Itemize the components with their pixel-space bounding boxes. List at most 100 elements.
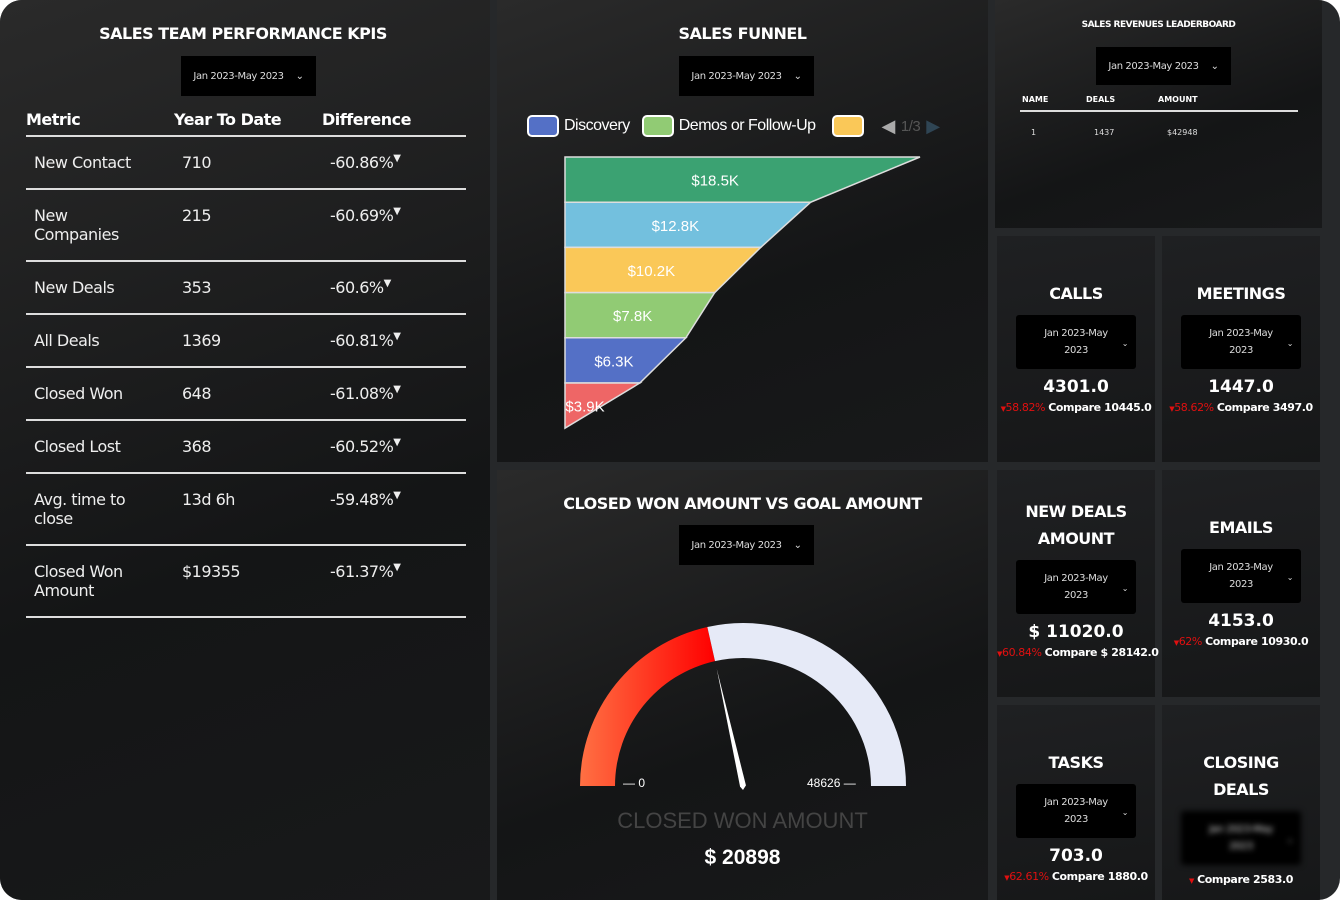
chevron-down-icon: ⌄ [1121,808,1129,817]
card-date-dropdown[interactable]: Jan 2023-May 2023 ⌄ [1181,811,1301,865]
card-date-dropdown[interactable]: Jan 2023-May 2023 ⌄ [1181,315,1301,369]
dropdown-value: Jan 2023-May 2023 [1044,573,1108,601]
kpi-row: Closed Won 648 -61.08%▼ [26,367,466,421]
down-arrow-icon: ▼ [393,384,401,395]
dropdown-value: Jan 2023-May 2023 [1044,797,1108,825]
dropdown-value: Jan 2023-May 2023 [1209,562,1273,590]
chevron-down-icon: ⌄ [295,70,304,82]
metric-name: New Deals [26,261,174,315]
kpi-card-new-deals-amount: NEW DEALS AMOUNT Jan 2023-May 2023 ⌄ $ 11… [997,470,1159,697]
down-arrow-icon: ▼ [393,562,401,573]
card-compare-value: Compare 10445.0 [1048,401,1152,414]
kpi-title: SALES TEAM PERFORMANCE KPIS [99,24,387,43]
card-compare-value: Compare 3497.0 [1216,401,1313,414]
card-compare-value: Compare $ 28142.0 [1044,646,1159,659]
metric-diff: -60.6%▼ [322,261,466,315]
dropdown-value: Jan 2023-May 2023 [1209,824,1273,852]
metric-name: All Deals [26,314,174,368]
card-date-dropdown[interactable]: Jan 2023-May 2023 ⌄ [1181,549,1301,603]
metric-ytd: 215 [174,189,322,262]
card-date-dropdown[interactable]: Jan 2023-May 2023 ⌄ [1016,560,1136,614]
metric-ytd: 1369 [174,314,322,368]
metric-diff: -60.52%▼ [322,420,466,474]
diff-value: -60.52% [330,437,394,456]
kpi-card-meetings: MEETINGS Jan 2023-May 2023 ⌄ 1447.0 ▼58.6… [1162,236,1320,462]
metric-name: Closed Lost [26,420,174,474]
card-date-dropdown[interactable]: Jan 2023-May 2023 ⌄ [1016,784,1136,838]
leaderboard-header: NAME DEALS AMOUNT [1020,95,1298,112]
col-name: NAME [1022,95,1049,104]
gauge-panel: CLOSED WON AMOUNT VS GOAL AMOUNT Jan 202… [497,470,988,900]
funnel-label: $3.9K [565,399,604,416]
gauge-fill [580,626,715,786]
metric-name: Closed Won Amount [26,545,174,618]
gauge-min: — 0 [623,776,646,790]
chevron-down-icon: ⌄ [1210,60,1219,72]
kpi-card-calls: CALLS Jan 2023-May 2023 ⌄ 4301.0 ▼58.82% … [997,236,1155,462]
kpi-panel: SALES TEAM PERFORMANCE KPIS Jan 2023-May… [0,0,490,900]
col-difference: Difference [322,110,466,137]
funnel-label: $10.2K [628,263,676,280]
metric-name: Avg. time to close [26,473,174,546]
kpi-card-closing-deals: CLOSING DEALS Jan 2023-May 2023 ⌄ ▼ Compa… [1162,705,1320,900]
diff-value: -59.48% [330,490,394,509]
dashboard: SALES TEAM PERFORMANCE KPIS Jan 2023-May… [0,0,1340,900]
card-pct: 60.84% [1001,646,1042,659]
card-title: NEW DEALS AMOUNT [1025,502,1127,548]
down-arrow-icon: ▼ [393,153,401,164]
kpi-table: Metric Year To Date Difference New Contact… [26,110,466,618]
leaderboard-title: SALES REVENUES LEADERBOARD [1081,20,1236,30]
down-arrow-icon: ▼ [393,331,401,342]
down-arrow-icon: ▼ [383,278,392,289]
card-compare: ▼58.62% Compare 3497.0 [1162,401,1320,414]
gauge-needle [716,668,746,790]
dropdown-value: Jan 2023-May 2023 [1044,328,1108,356]
kpi-date-dropdown[interactable]: Jan 2023-May 2023 ⌄ [181,56,316,96]
kpi-row: New Companies 215 -60.69%▼ [26,189,466,262]
funnel-chart: $18.5K $12.8K $10.2K $7.8K $6.3K $3.9K [564,156,921,430]
leaderboard-panel: SALES REVENUES LEADERBOARD Jan 2023-May … [995,0,1322,228]
row-deals: 1437 [1094,128,1115,137]
card-pct: 62% [1178,635,1203,648]
metric-diff: -60.81%▼ [322,314,466,368]
funnel-label: $6.3K [594,353,633,370]
down-arrow-icon: ▼ [393,490,401,501]
gauge-min-value: 0 [638,776,646,790]
diff-value: -60.86% [330,153,394,172]
diff-value: -60.81% [330,331,394,350]
card-value: $ 11020.0 [1028,622,1124,642]
kpi-row: New Contact 710 -60.86%▼ [26,136,466,190]
card-compare: ▼62.61% Compare 1880.0 [997,870,1155,883]
down-arrow-icon: ▼ [393,437,401,448]
gauge-chart [580,623,906,790]
col-amount: AMOUNT [1158,95,1198,104]
funnel-label: $18.5K [691,173,739,190]
leaderboard-date-dropdown[interactable]: Jan 2023-May 2023 ⌄ [1096,47,1231,85]
gauge-label: CLOSED WON AMOUNT [617,808,868,833]
card-date-dropdown[interactable]: Jan 2023-May 2023 ⌄ [1016,315,1136,369]
dropdown-value: Jan 2023-May 2023 [1108,60,1199,72]
dropdown-value: Jan 2023-May 2023 [1209,328,1273,356]
chevron-down-icon: ⌄ [1121,339,1129,348]
card-compare: ▼ Compare 2583.0 [1162,873,1320,886]
metric-name: New Companies [26,189,174,262]
card-title: TASKS [1048,753,1105,772]
chevron-down-icon: ⌄ [1286,835,1294,844]
card-pct: 62.61% [1009,870,1049,883]
row-name: 1 [1031,128,1037,137]
card-value: 4153.0 [1208,611,1274,631]
card-value: 1447.0 [1208,377,1274,397]
metric-name: New Contact [26,136,174,190]
card-compare-value: Compare 2583.0 [1197,873,1294,886]
metric-ytd: 368 [174,420,322,474]
card-value: 4301.0 [1043,377,1109,397]
metric-diff: -61.08%▼ [322,367,466,421]
chevron-down-icon: ⌄ [1286,339,1294,348]
metric-ytd: 13d 6h [174,473,322,546]
card-compare: ▼60.84% Compare $ 28142.0 [997,646,1159,659]
diff-value: -60.6% [330,278,384,297]
metric-ytd: 353 [174,261,322,315]
card-compare: ▼62% Compare 10930.0 [1162,635,1320,648]
funnel-label: $12.8K [652,218,700,235]
funnel-segment[interactable] [564,156,921,203]
